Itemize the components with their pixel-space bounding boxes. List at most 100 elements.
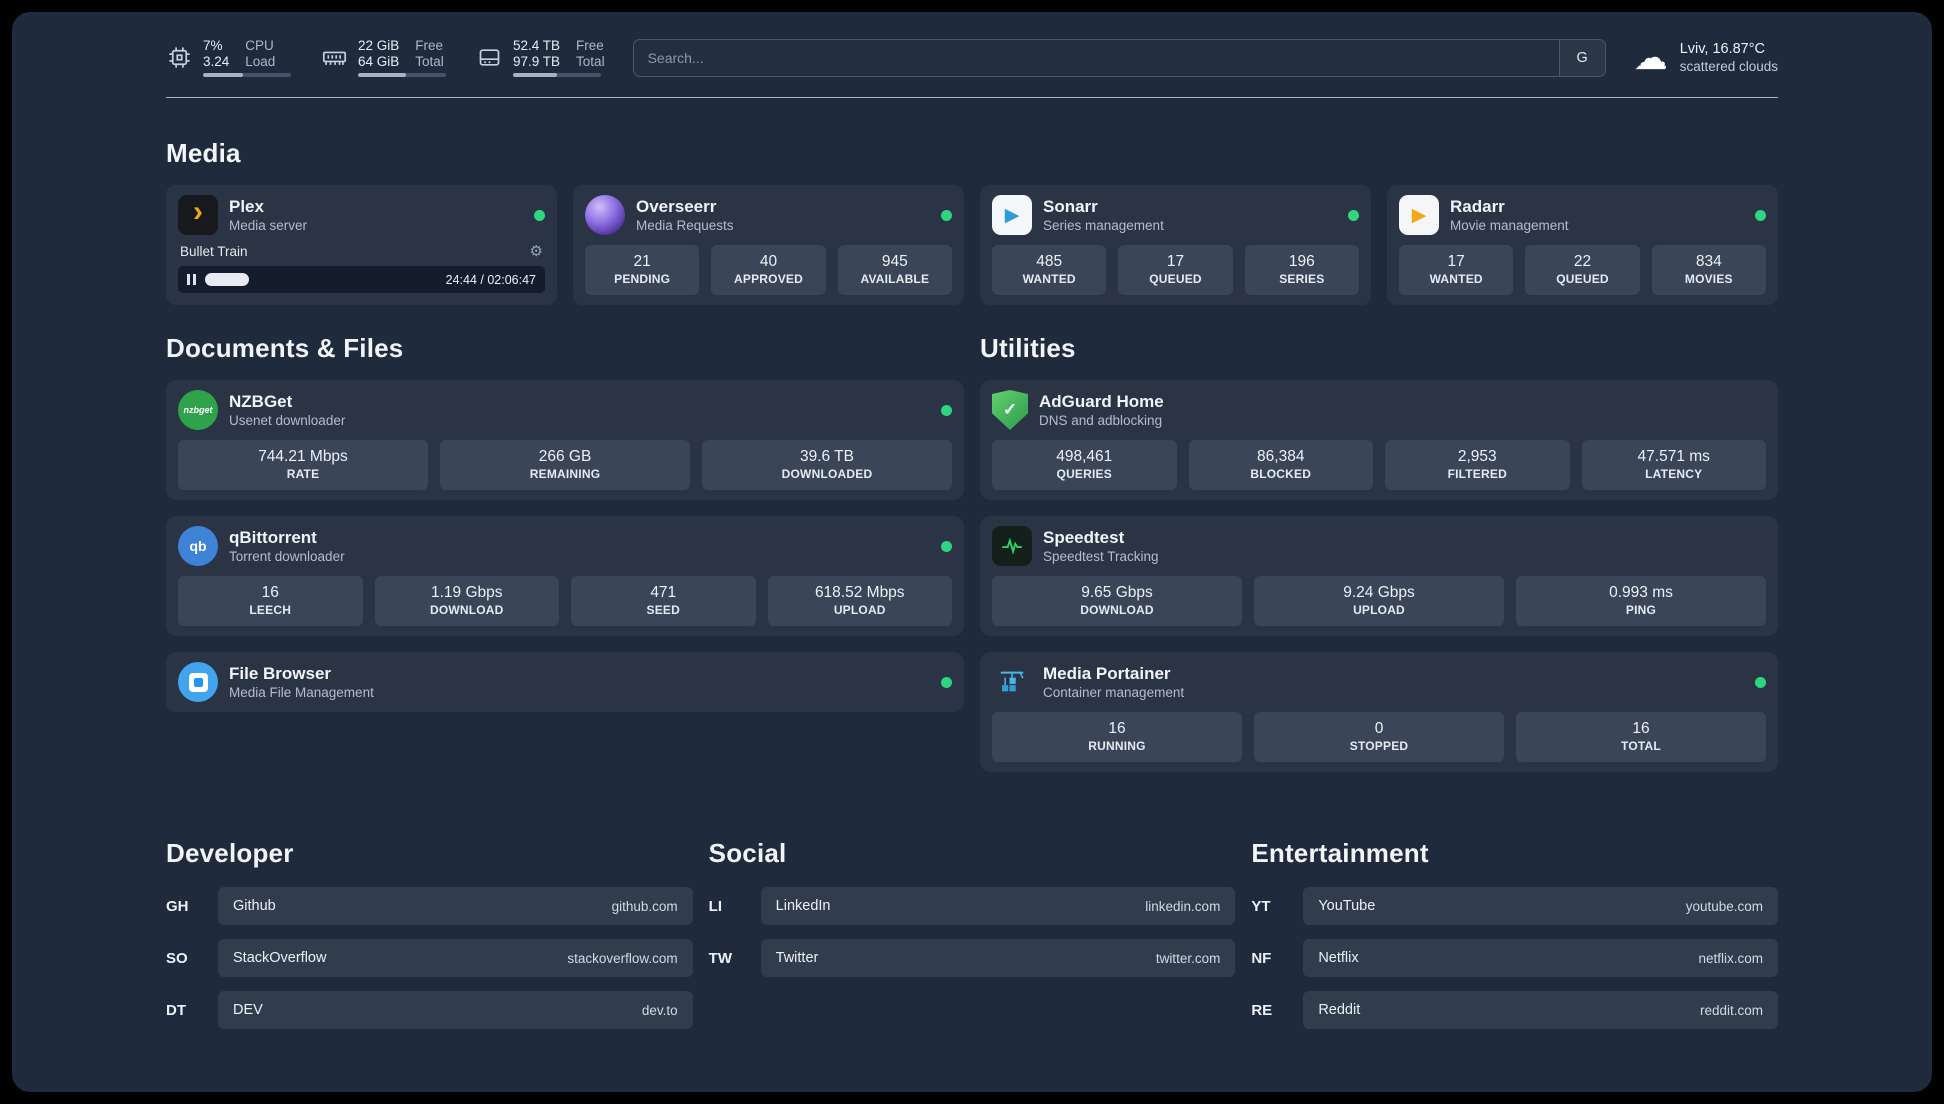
app-description: Movie management (1450, 218, 1569, 233)
stat-box: 21 PENDING (585, 245, 700, 295)
stat-label: AVAILABLE (860, 272, 930, 286)
search-input[interactable] (633, 39, 1559, 76)
speedtest-icon (992, 526, 1032, 566)
stat-value: 39.6 TB (799, 448, 854, 465)
service-card-radarr[interactable]: ▶ Radarr Movie management 17 WANTED 22 Q… (1387, 185, 1778, 305)
nzbget-icon: nzbget (178, 390, 218, 430)
media-grid: › Plex Media server Bullet Train ⚙ 24:44… (166, 185, 1778, 305)
disk-free: 52.4 TB (513, 38, 561, 53)
playback-time: 24:44 / 02:06:47 (445, 272, 536, 287)
stat-box: 834 MOVIES (1651, 245, 1766, 295)
bookmark-abbr: DT (166, 1001, 186, 1019)
stat-label: BLOCKED (1250, 467, 1312, 481)
app-name: Radarr (1450, 197, 1505, 216)
stat-box: 86,384 BLOCKED (1188, 440, 1373, 490)
stat-value: 498,461 (1056, 448, 1113, 465)
bookmarks-section: Developer GH Github github.com SO StackO… (166, 788, 1778, 1043)
bookmark-url: reddit.com (1699, 1002, 1763, 1018)
stat-label: WANTED (1429, 272, 1483, 286)
stat-value: 17 (1447, 253, 1465, 270)
service-card-sonarr[interactable]: ▶ Sonarr Series management 485 WANTED 17… (980, 185, 1371, 305)
plex-now-playing: Bullet Train ⚙ 24:44 / 02:06:47 (178, 242, 545, 293)
bookmark-dev[interactable]: DT DEV dev.to (166, 991, 693, 1029)
stat-box: 266 GB REMAINING (440, 440, 690, 490)
status-dot (1755, 209, 1766, 221)
cpu-metric: 7% 3.24 CPU Load (166, 38, 291, 77)
app-name: Overseerr (636, 197, 717, 216)
stat-value: 196 (1288, 253, 1315, 270)
stat-box: 16 TOTAL (1516, 712, 1766, 762)
app-name: File Browser (229, 664, 332, 683)
pause-button[interactable] (187, 274, 196, 285)
stat-label: QUEUED (1556, 272, 1609, 286)
service-card-speedtest[interactable]: Speedtest Speedtest Tracking 9.65 Gbps D… (980, 516, 1778, 636)
bookmark-abbr: RE (1251, 1001, 1273, 1019)
bookmark-url: stackoverflow.com (567, 950, 678, 966)
social-bookmarks: Social LI LinkedIn linkedin.com TW Twitt… (709, 788, 1236, 1043)
topbar: 7% 3.24 CPU Load 22 GiB 64 GiB Free Tota… (166, 38, 1778, 77)
stat-value: 266 GB (538, 448, 592, 465)
stat-box: 498,461 QUERIES (992, 440, 1177, 490)
sonarr-icon: ▶ (992, 195, 1032, 235)
service-card-filebrowser[interactable]: File Browser Media File Management (166, 652, 964, 712)
bookmark-name: YouTube (1318, 898, 1376, 914)
bookmark-abbr: LI (708, 897, 722, 915)
disk-total: 97.9 TB (513, 54, 561, 69)
app-name: NZBGet (229, 392, 293, 411)
cpu-usage-bar (203, 73, 291, 77)
bookmark-stackoverflow[interactable]: SO StackOverflow stackoverflow.com (166, 939, 693, 977)
app-description: Series management (1043, 218, 1164, 233)
stat-value: 16 (261, 584, 279, 601)
stat-label: DOWNLOADED (781, 467, 873, 481)
bookmark-linkedin[interactable]: LI LinkedIn linkedin.com (709, 887, 1236, 925)
service-card-plex[interactable]: › Plex Media server Bullet Train ⚙ 24:44… (166, 185, 557, 305)
stat-label: MOVIES (1684, 272, 1733, 286)
bookmark-url: twitter.com (1155, 950, 1221, 966)
cpu-label-bottom: Load (245, 54, 276, 69)
developer-bookmarks: Developer GH Github github.com SO StackO… (166, 788, 693, 1043)
stat-label: WANTED (1022, 272, 1076, 286)
weather-location: Lviv, 16.87°C (1679, 41, 1766, 57)
stat-label: DOWNLOAD (429, 603, 504, 617)
bookmark-github[interactable]: GH Github github.com (166, 887, 693, 925)
qbittorrent-icon: qb (178, 526, 218, 566)
section-title-documents: Documents & Files (166, 333, 404, 363)
ram-free: 22 GiB (358, 38, 400, 53)
service-card-overseerr[interactable]: Overseerr Media Requests 21 PENDING 40 A… (573, 185, 964, 305)
bookmark-pill: Github github.com (218, 887, 693, 925)
stat-label: UPLOAD (833, 603, 886, 617)
gear-icon[interactable]: ⚙ (530, 242, 543, 260)
service-card-qbittorrent[interactable]: qb qBittorrent Torrent downloader 16 LEE… (166, 516, 964, 636)
bookmark-url: dev.to (641, 1002, 678, 1018)
plex-icon: › (178, 195, 218, 235)
service-card-adguard[interactable]: ✓ AdGuard Home DNS and adblocking 498,46… (980, 380, 1778, 500)
app-description: Usenet downloader (229, 413, 346, 428)
bookmark-name: DEV (233, 1002, 263, 1018)
disk-label-top: Free (576, 38, 604, 53)
weather-widget: ☁ Lviv, 16.87°C scattered clouds (1634, 41, 1778, 75)
bookmark-netflix[interactable]: NF Netflix netflix.com (1251, 939, 1778, 977)
cloud-icon: ☁ (1633, 38, 1668, 77)
bookmark-abbr: TW (708, 949, 732, 967)
portainer-icon (992, 662, 1032, 702)
bookmark-reddit[interactable]: RE Reddit reddit.com (1251, 991, 1778, 1029)
search-engine-button[interactable]: G (1558, 39, 1605, 76)
bookmark-twitter[interactable]: TW Twitter twitter.com (709, 939, 1236, 977)
service-card-nzbget[interactable]: nzbget NZBGet Usenet downloader 744.21 M… (166, 380, 964, 500)
stat-label: PING (1625, 603, 1657, 617)
bookmark-youtube[interactable]: YT YouTube youtube.com (1251, 887, 1778, 925)
stat-value: 2,953 (1457, 448, 1497, 465)
service-card-portainer[interactable]: Media Portainer Container management 16 … (980, 652, 1778, 772)
playback-progress-bar[interactable] (205, 266, 437, 293)
bookmark-pill: YouTube youtube.com (1303, 887, 1778, 925)
stat-box: 16 RUNNING (992, 712, 1242, 762)
app-description: Media File Management (229, 685, 374, 700)
ram-label-top: Free (415, 38, 444, 53)
stat-label: UPLOAD (1353, 603, 1405, 617)
app-name: AdGuard Home (1039, 392, 1164, 411)
app-description: DNS and adblocking (1039, 413, 1163, 428)
stat-label: PENDING (614, 272, 671, 286)
stat-value: 485 (1036, 253, 1063, 270)
bookmark-pill: StackOverflow stackoverflow.com (218, 939, 693, 977)
stat-value: 834 (1695, 253, 1722, 270)
